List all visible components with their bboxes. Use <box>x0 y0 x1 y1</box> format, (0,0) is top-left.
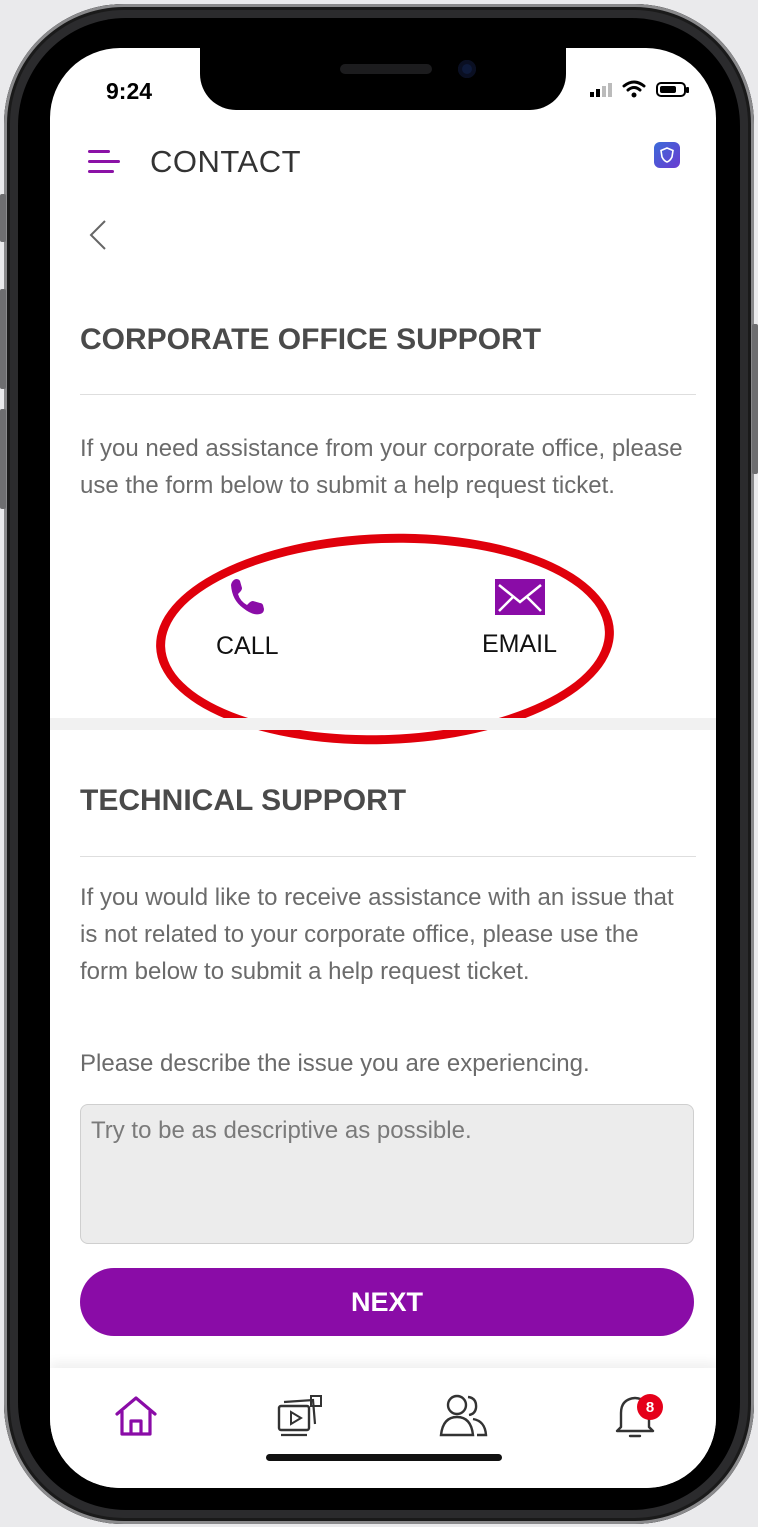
notification-count-badge: 8 <box>637 1394 663 1420</box>
home-indicator[interactable] <box>266 1454 502 1461</box>
tab-media[interactable] <box>270 1386 330 1446</box>
power-button <box>752 324 758 474</box>
status-time: 9:24 <box>106 78 153 104</box>
notch <box>200 48 566 110</box>
mute-switch <box>0 194 6 242</box>
back-chevron-icon[interactable] <box>86 218 110 252</box>
tab-people[interactable] <box>434 1386 494 1446</box>
corporate-support-heading: CORPORATE OFFICE SUPPORT <box>80 323 542 356</box>
battery-icon <box>656 81 689 97</box>
app-badge-icon[interactable] <box>654 142 680 168</box>
volume-up-button <box>0 289 6 389</box>
speaker <box>340 64 432 74</box>
people-icon <box>439 1394 488 1437</box>
home-icon <box>115 1396 157 1436</box>
phone-frame: 9:24 CONTACT CORPORATE OFFICE SUPPORT If… <box>0 4 758 1524</box>
tab-notifications[interactable]: 8 <box>606 1386 666 1446</box>
app-screen: 9:24 CONTACT CORPORATE OFFICE SUPPORT If… <box>50 48 716 1488</box>
menu-icon[interactable] <box>88 148 120 176</box>
section-separator <box>50 718 716 730</box>
technical-support-description: If you would like to receive assistance … <box>80 884 674 985</box>
divider <box>80 856 696 857</box>
status-icons <box>590 80 689 98</box>
issue-textarea[interactable]: Try to be as descriptive as possible. <box>80 1104 694 1244</box>
next-button[interactable]: NEXT <box>80 1268 694 1336</box>
volume-down-button <box>0 409 6 509</box>
wifi-icon <box>622 80 646 98</box>
page-title: CONTACT <box>150 144 302 179</box>
top-bar: CONTACT <box>50 140 716 188</box>
cellular-signal-icon <box>590 81 612 97</box>
media-icon <box>277 1395 322 1437</box>
bottom-tab-bar: 8 <box>50 1368 716 1488</box>
issue-prompt: Please describe the issue you are experi… <box>80 1050 590 1077</box>
camera <box>458 60 476 78</box>
technical-support-heading: TECHNICAL SUPPORT <box>80 784 407 817</box>
corporate-support-description: If you need assistance from your corpora… <box>80 435 683 499</box>
tab-home[interactable] <box>106 1386 166 1446</box>
divider <box>80 394 696 395</box>
